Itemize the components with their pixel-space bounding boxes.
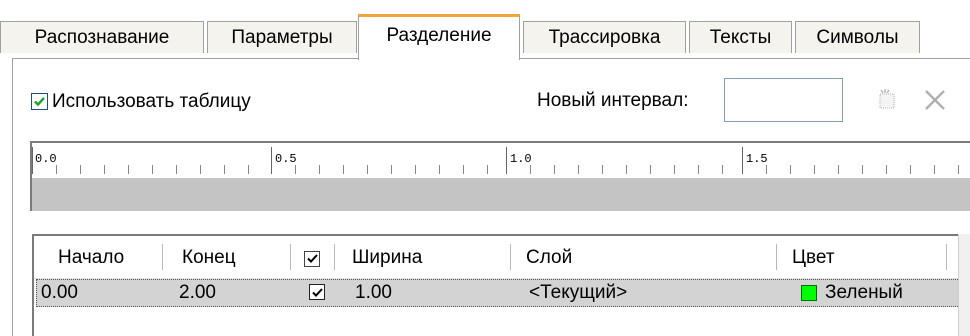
- ruler-minor-tick: [578, 165, 579, 174]
- ruler-major-tick: [271, 147, 272, 174]
- ruler-label: 1.5: [746, 152, 768, 166]
- ruler-minor-tick: [415, 165, 416, 174]
- ruler-minor-tick: [554, 165, 555, 174]
- header-check-icon: [304, 250, 320, 267]
- cell-color: Зеленый: [825, 282, 903, 303]
- new-interval-icon[interactable]: [871, 84, 903, 116]
- tab-tracing[interactable]: Трассировка: [523, 21, 686, 53]
- ruler-minor-tick: [862, 165, 863, 174]
- ruler-minor-tick: [814, 165, 815, 174]
- ruler-minor-tick: [886, 165, 887, 174]
- ruler-major-tick: [506, 147, 507, 174]
- delete-x-icon[interactable]: [919, 84, 951, 116]
- ruler-label: 0.0: [35, 152, 57, 166]
- ruler-minor-tick: [104, 165, 105, 174]
- column-header-width[interactable]: Ширина: [352, 247, 422, 269]
- ruler-minor-tick: [910, 165, 911, 174]
- column-header-color[interactable]: Цвет: [792, 247, 835, 269]
- ruler-label: 1.0: [510, 152, 532, 166]
- table-scrollbar[interactable]: [958, 234, 970, 336]
- ruler-minor-tick: [56, 165, 57, 174]
- ruler-minor-tick: [958, 165, 959, 174]
- table-header: Начало Конец Ширина Слой Цвет: [34, 236, 970, 279]
- color-swatch: [801, 285, 817, 301]
- intervals-table: Начало Конец Ширина Слой Цвет 0.00 2.00 …: [32, 234, 970, 336]
- ruler-minor-tick: [698, 165, 699, 174]
- ruler-minor-tick: [766, 165, 767, 174]
- column-header-layer[interactable]: Слой: [526, 247, 572, 269]
- new-interval-label: Новый интервал:: [537, 90, 689, 111]
- ruler-major-tick: [742, 147, 743, 174]
- ruler-minor-tick: [152, 165, 153, 174]
- check-icon: [311, 287, 323, 297]
- use-table-checkbox[interactable]: [31, 93, 48, 110]
- check-icon: [34, 97, 45, 107]
- column-divider[interactable]: [510, 244, 511, 270]
- ruler-major-tick: [32, 147, 33, 174]
- tab-label: Тексты: [709, 26, 772, 48]
- tab-separation[interactable]: Разделение: [358, 14, 520, 60]
- column-divider[interactable]: [946, 244, 947, 270]
- column-divider[interactable]: [334, 244, 335, 270]
- column-header-end[interactable]: Конец: [182, 247, 236, 269]
- tab-label: Параметры: [231, 26, 333, 48]
- ruler-minor-tick: [602, 165, 603, 174]
- column-divider[interactable]: [776, 244, 777, 270]
- tab-label: Разделение: [386, 25, 492, 46]
- ruler-minor-tick: [463, 165, 464, 174]
- ruler-minor-tick: [626, 165, 627, 174]
- ruler-minor-tick: [790, 165, 791, 174]
- tab-bar: Распознавание Параметры Разделение Трасс…: [0, 0, 970, 60]
- cell-width: 1.00: [355, 282, 392, 303]
- tab-label: Распознавание: [34, 26, 170, 48]
- table-row[interactable]: 0.00 2.00 1.00 <Текущий> Зеленый: [36, 279, 962, 307]
- new-interval-input[interactable]: [724, 78, 843, 122]
- tab-symbols[interactable]: Символы: [795, 21, 920, 53]
- cell-layer: <Текущий>: [529, 282, 628, 303]
- interval-ruler[interactable]: 0.0 0.5 1.0 1.5: [30, 141, 970, 211]
- ruler-minor-tick: [722, 165, 723, 174]
- ruler-minor-tick: [176, 165, 177, 174]
- ruler-minor-tick: [487, 165, 488, 174]
- tab-label: Символы: [816, 26, 899, 48]
- tab-recognition[interactable]: Распознавание: [0, 21, 204, 53]
- cell-end: 2.00: [179, 282, 216, 303]
- ruler-minor-tick: [80, 165, 81, 174]
- tab-label: Трассировка: [548, 26, 661, 48]
- ruler-minor-tick: [674, 165, 675, 174]
- check-icon: [306, 254, 318, 263]
- ruler-minor-tick: [295, 165, 296, 174]
- ruler-minor-tick: [439, 165, 440, 174]
- column-divider[interactable]: [162, 244, 163, 270]
- ruler-minor-tick: [530, 165, 531, 174]
- column-header-checked[interactable]: [304, 247, 320, 269]
- column-divider[interactable]: [290, 244, 291, 270]
- cell-start: 0.00: [41, 282, 78, 303]
- row-checkbox[interactable]: [309, 284, 325, 300]
- ruler-minor-tick: [319, 165, 320, 174]
- tab-texts[interactable]: Тексты: [689, 21, 792, 53]
- use-table-label: Использовать таблицу: [52, 91, 251, 112]
- ruler-minor-tick: [200, 165, 201, 174]
- ruler-minor-tick: [343, 165, 344, 174]
- ruler-label: 0.5: [275, 152, 297, 166]
- ruler-minor-tick: [248, 165, 249, 174]
- ruler-minor-tick: [391, 165, 392, 174]
- ruler-minor-tick: [934, 165, 935, 174]
- ruler-minor-tick: [367, 165, 368, 174]
- ruler-interval-band[interactable]: [32, 178, 970, 211]
- ruler-minor-tick: [224, 165, 225, 174]
- ruler-minor-tick: [650, 165, 651, 174]
- ruler-minor-tick: [838, 165, 839, 174]
- tab-parameters[interactable]: Параметры: [207, 21, 357, 53]
- ruler-minor-tick: [128, 165, 129, 174]
- column-header-start[interactable]: Начало: [58, 247, 124, 269]
